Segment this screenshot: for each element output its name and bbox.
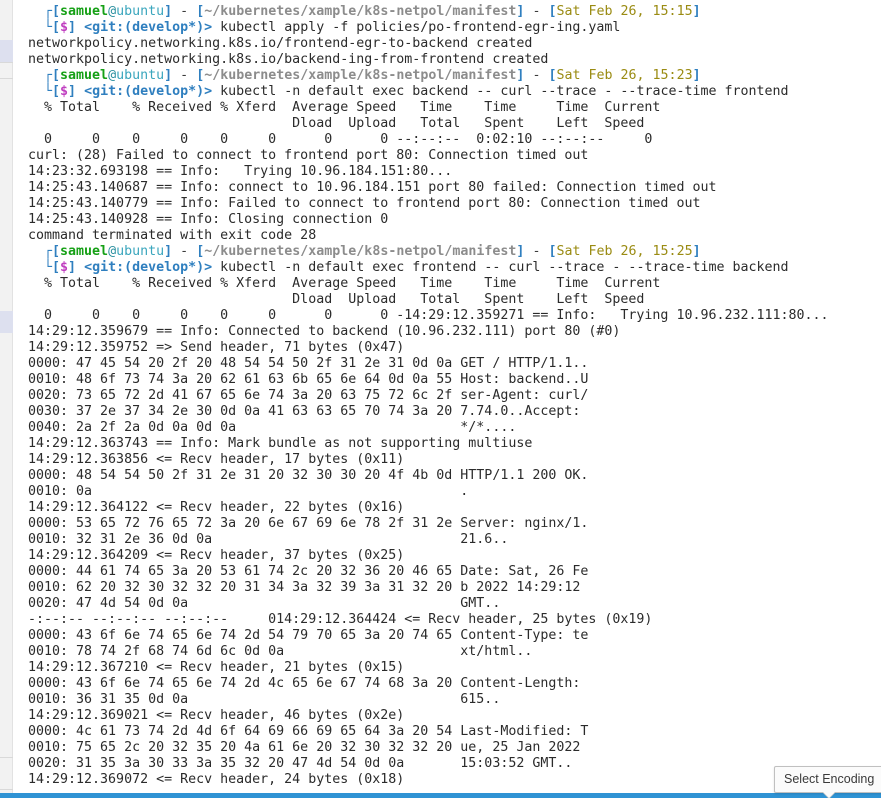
shell-prompt-command: └[$] <git:(develop*)> kubectl -n default… xyxy=(28,260,789,275)
terminal-output-line: 14:29:12.359679 == Info: Connected to ba… xyxy=(28,324,621,339)
terminal-output-line: 0 0 0 0 0 0 0 0 -14:29:12.359271 == Info… xyxy=(28,308,829,323)
terminal-output-line: 0000: 47 45 54 20 2f 20 48 54 54 50 2f 3… xyxy=(28,356,589,371)
terminal-output-line: 14:25:43.140779 == Info: Failed to conne… xyxy=(28,196,701,211)
terminal-output-line: Dload Upload Total Spent Left Speed xyxy=(28,292,645,307)
terminal-output-line: 14:29:12.363743 == Info: Mark bundle as … xyxy=(28,436,533,451)
terminal-output-line: Dload Upload Total Spent Left Speed xyxy=(28,116,645,131)
terminal-output-line: 0010: 48 6f 73 74 3a 20 62 61 63 6b 65 6… xyxy=(28,372,589,387)
gutter-rule xyxy=(0,78,13,79)
terminal-output-line: 0010: 32 31 2e 36 0d 0a 21.6.. xyxy=(28,532,509,547)
shell-prompt-command: └[$] <git:(develop*)> kubectl -n default… xyxy=(28,84,789,99)
terminal-output-line: 14:25:43.140928 == Info: Closing connect… xyxy=(28,212,389,227)
terminal-output-line: networkpolicy.networking.k8s.io/backend-… xyxy=(28,52,549,67)
terminal-output-line: 0040: 2a 2f 2a 0d 0a 0d 0a */*.... xyxy=(28,420,517,435)
terminal-output-line: 0010: 78 74 2f 68 74 6d 6c 0d 0a xt/html… xyxy=(28,644,533,659)
status-accent-bar xyxy=(0,793,881,798)
shell-prompt-header: ┌[samuel@ubuntu] - [~/kubernetes/xample/… xyxy=(28,244,701,259)
terminal-output-line: command terminated with exit code 28 xyxy=(28,228,317,243)
terminal-output-line: 14:29:12.363856 <= Recv header, 17 bytes… xyxy=(28,452,405,467)
shell-prompt-header: ┌[samuel@ubuntu] - [~/kubernetes/xample/… xyxy=(28,68,701,83)
terminal-output-line: 0010: 36 31 35 0d 0a 615.. xyxy=(28,692,501,707)
terminal-output-line: 0000: 53 65 72 76 65 72 3a 20 6e 67 69 6… xyxy=(28,516,589,531)
select-encoding-label: Select Encoding xyxy=(784,772,875,786)
select-encoding-tooltip[interactable]: Select Encoding xyxy=(774,766,881,798)
terminal-output-line: 0030: 37 2e 37 34 2e 30 0d 0a 41 63 63 6… xyxy=(28,404,589,419)
gutter-rule xyxy=(0,789,13,790)
terminal-window: ┌[samuel@ubuntu] - [~/kubernetes/xample/… xyxy=(0,0,881,798)
terminal-output-line: 0020: 31 35 3a 30 33 3a 35 32 20 47 4d 5… xyxy=(28,756,573,771)
terminal-output-line: 0000: 44 61 74 65 3a 20 53 61 74 2c 20 3… xyxy=(28,564,589,579)
terminal-output-line: 0000: 43 6f 6e 74 65 6e 74 2d 4c 65 6e 6… xyxy=(28,676,589,691)
gutter-rule xyxy=(0,62,13,63)
shell-prompt-command: └[$] <git:(develop*)> kubectl apply -f p… xyxy=(28,20,621,35)
terminal-output-line: 14:25:43.140687 == Info: connect to 10.9… xyxy=(28,180,717,195)
terminal-output-line: 0 0 0 0 0 0 0 0 --:--:-- 0:02:10 --:--:-… xyxy=(28,132,653,147)
terminal-output-line: 0020: 73 65 72 2d 41 67 65 6e 74 3a 20 6… xyxy=(28,388,589,403)
terminal-output-line: 14:29:12.364209 <= Recv header, 37 bytes… xyxy=(28,548,405,563)
terminal-output-line: 0000: 4c 61 73 74 2d 4d 6f 64 69 66 69 6… xyxy=(28,724,589,739)
terminal-output-line: -:--:-- --:--:-- --:--:-- 014:29:12.3644… xyxy=(28,612,653,627)
terminal-output-line: 14:23:32.693198 == Info: Trying 10.96.18… xyxy=(28,164,453,179)
terminal-output-line: 0000: 43 6f 6e 74 65 6e 74 2d 54 79 70 6… xyxy=(28,628,589,643)
terminal-output-line: 14:29:12.369021 <= Recv header, 46 bytes… xyxy=(28,708,405,723)
terminal-output-line: % Total % Received % Xferd Average Speed… xyxy=(28,276,661,291)
editor-gutter[interactable] xyxy=(0,0,13,798)
gutter-mark[interactable] xyxy=(0,311,13,333)
terminal-output-area[interactable]: ┌[samuel@ubuntu] - [~/kubernetes/xample/… xyxy=(14,0,881,793)
terminal-output-line: 0000: 48 54 54 50 2f 31 2e 31 20 32 30 3… xyxy=(28,468,589,483)
terminal-output-line: 14:29:12.364122 <= Recv header, 22 bytes… xyxy=(28,500,405,515)
terminal-output-line: 0020: 47 4d 54 0d 0a GMT.. xyxy=(28,596,501,611)
terminal-output-line: 14:29:12.359752 => Send header, 71 bytes… xyxy=(28,340,405,355)
terminal-output-line: 0010: 0a . xyxy=(28,484,469,499)
terminal-output-line: 14:29:12.369072 <= Recv header, 24 bytes… xyxy=(28,772,405,787)
terminal-output-line: 14:29:12.367210 <= Recv header, 21 bytes… xyxy=(28,660,405,675)
gutter-rule xyxy=(0,757,13,758)
gutter-mark[interactable] xyxy=(0,40,13,62)
terminal-output-line: % Total % Received % Xferd Average Speed… xyxy=(28,100,661,115)
terminal-output-line: 0010: 75 65 2c 20 32 35 20 4a 61 6e 20 3… xyxy=(28,740,589,755)
terminal-output-line: curl: (28) Failed to connect to frontend… xyxy=(28,148,589,163)
shell-prompt-header: ┌[samuel@ubuntu] - [~/kubernetes/xample/… xyxy=(28,4,701,19)
terminal-output-line: 0010: 62 20 32 30 32 32 20 31 34 3a 32 3… xyxy=(28,580,589,595)
tooltip-arrow-icon xyxy=(823,792,836,798)
terminal-output-line: networkpolicy.networking.k8s.io/frontend… xyxy=(28,36,533,51)
